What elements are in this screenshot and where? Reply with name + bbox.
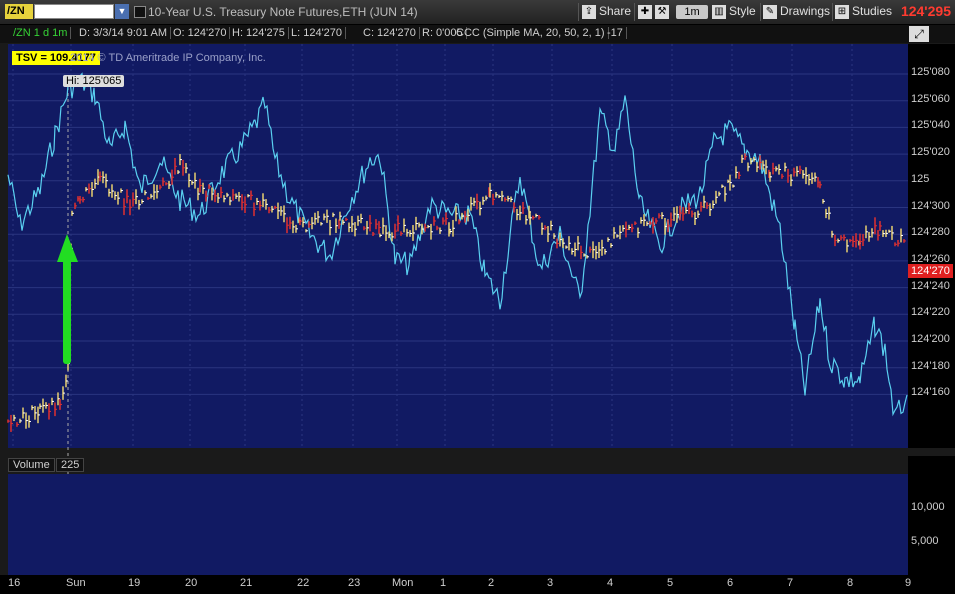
time-axis-label: 2 [488, 577, 495, 589]
price-axis-label: 124'160 [911, 386, 950, 399]
volume-value: 225 [56, 458, 85, 472]
time-axis-label: 7 [787, 577, 794, 589]
price-axis-label: 125'020 [911, 146, 950, 159]
volume-axis-label: 5,000 [911, 535, 939, 547]
time-axis[interactable]: 16 Sun 19 20 21 22 23 Mon 1 2 3 4 5 6 7 8 9 [0, 575, 955, 594]
time-axis-label: 16 [8, 577, 21, 589]
time-axis-label: Sun [66, 577, 86, 589]
time-axis-label: 19 [128, 577, 141, 589]
price-axis-label: 125'060 [911, 92, 950, 105]
volume-axis: 10,000 5,000 [908, 456, 955, 575]
price-axis-label: 124'220 [911, 306, 950, 319]
time-axis-label: 21 [240, 577, 253, 589]
price-axis[interactable]: 125'080 125'060 125'040 125'020 125 124'300 12… [908, 44, 955, 448]
price-axis-label: 125 [911, 172, 930, 185]
price-axis-label: 124'300 [911, 199, 950, 212]
time-axis-label: 4 [607, 577, 614, 589]
price-axis-label: 124'240 [911, 279, 950, 292]
time-axis-label: Mon [392, 577, 414, 589]
time-axis-label: 6 [727, 577, 734, 589]
current-price-tag: 124'270 [908, 264, 953, 278]
volume-pane[interactable] [8, 474, 908, 575]
arrow-icon [57, 234, 78, 262]
time-axis-label: 9 [905, 577, 912, 589]
copyright-text: 2014 © TD Ameritrade IP Company, Inc. [70, 52, 266, 64]
time-axis-label: 23 [348, 577, 361, 589]
price-axis-label: 124'200 [911, 333, 950, 345]
time-axis-label: 8 [847, 577, 854, 589]
time-axis-label: 1 [440, 577, 447, 589]
price-axis-label: 124'280 [911, 226, 950, 239]
price-axis-label: 125'040 [911, 119, 950, 132]
arrow-shaft [63, 258, 71, 364]
volume-axis-label: 10,000 [911, 501, 945, 513]
time-axis-label: 20 [185, 577, 198, 589]
time-axis-label: 22 [297, 577, 310, 589]
tsv-line [7, 72, 908, 417]
volume-label: Volume [8, 458, 55, 472]
price-axis-label: 125'080 [911, 66, 950, 78]
time-axis-label: 3 [547, 577, 554, 589]
time-axis-label: 5 [667, 577, 674, 589]
price-axis-label: 124'180 [911, 359, 950, 372]
high-label: Hi: 125'065 [63, 75, 125, 87]
